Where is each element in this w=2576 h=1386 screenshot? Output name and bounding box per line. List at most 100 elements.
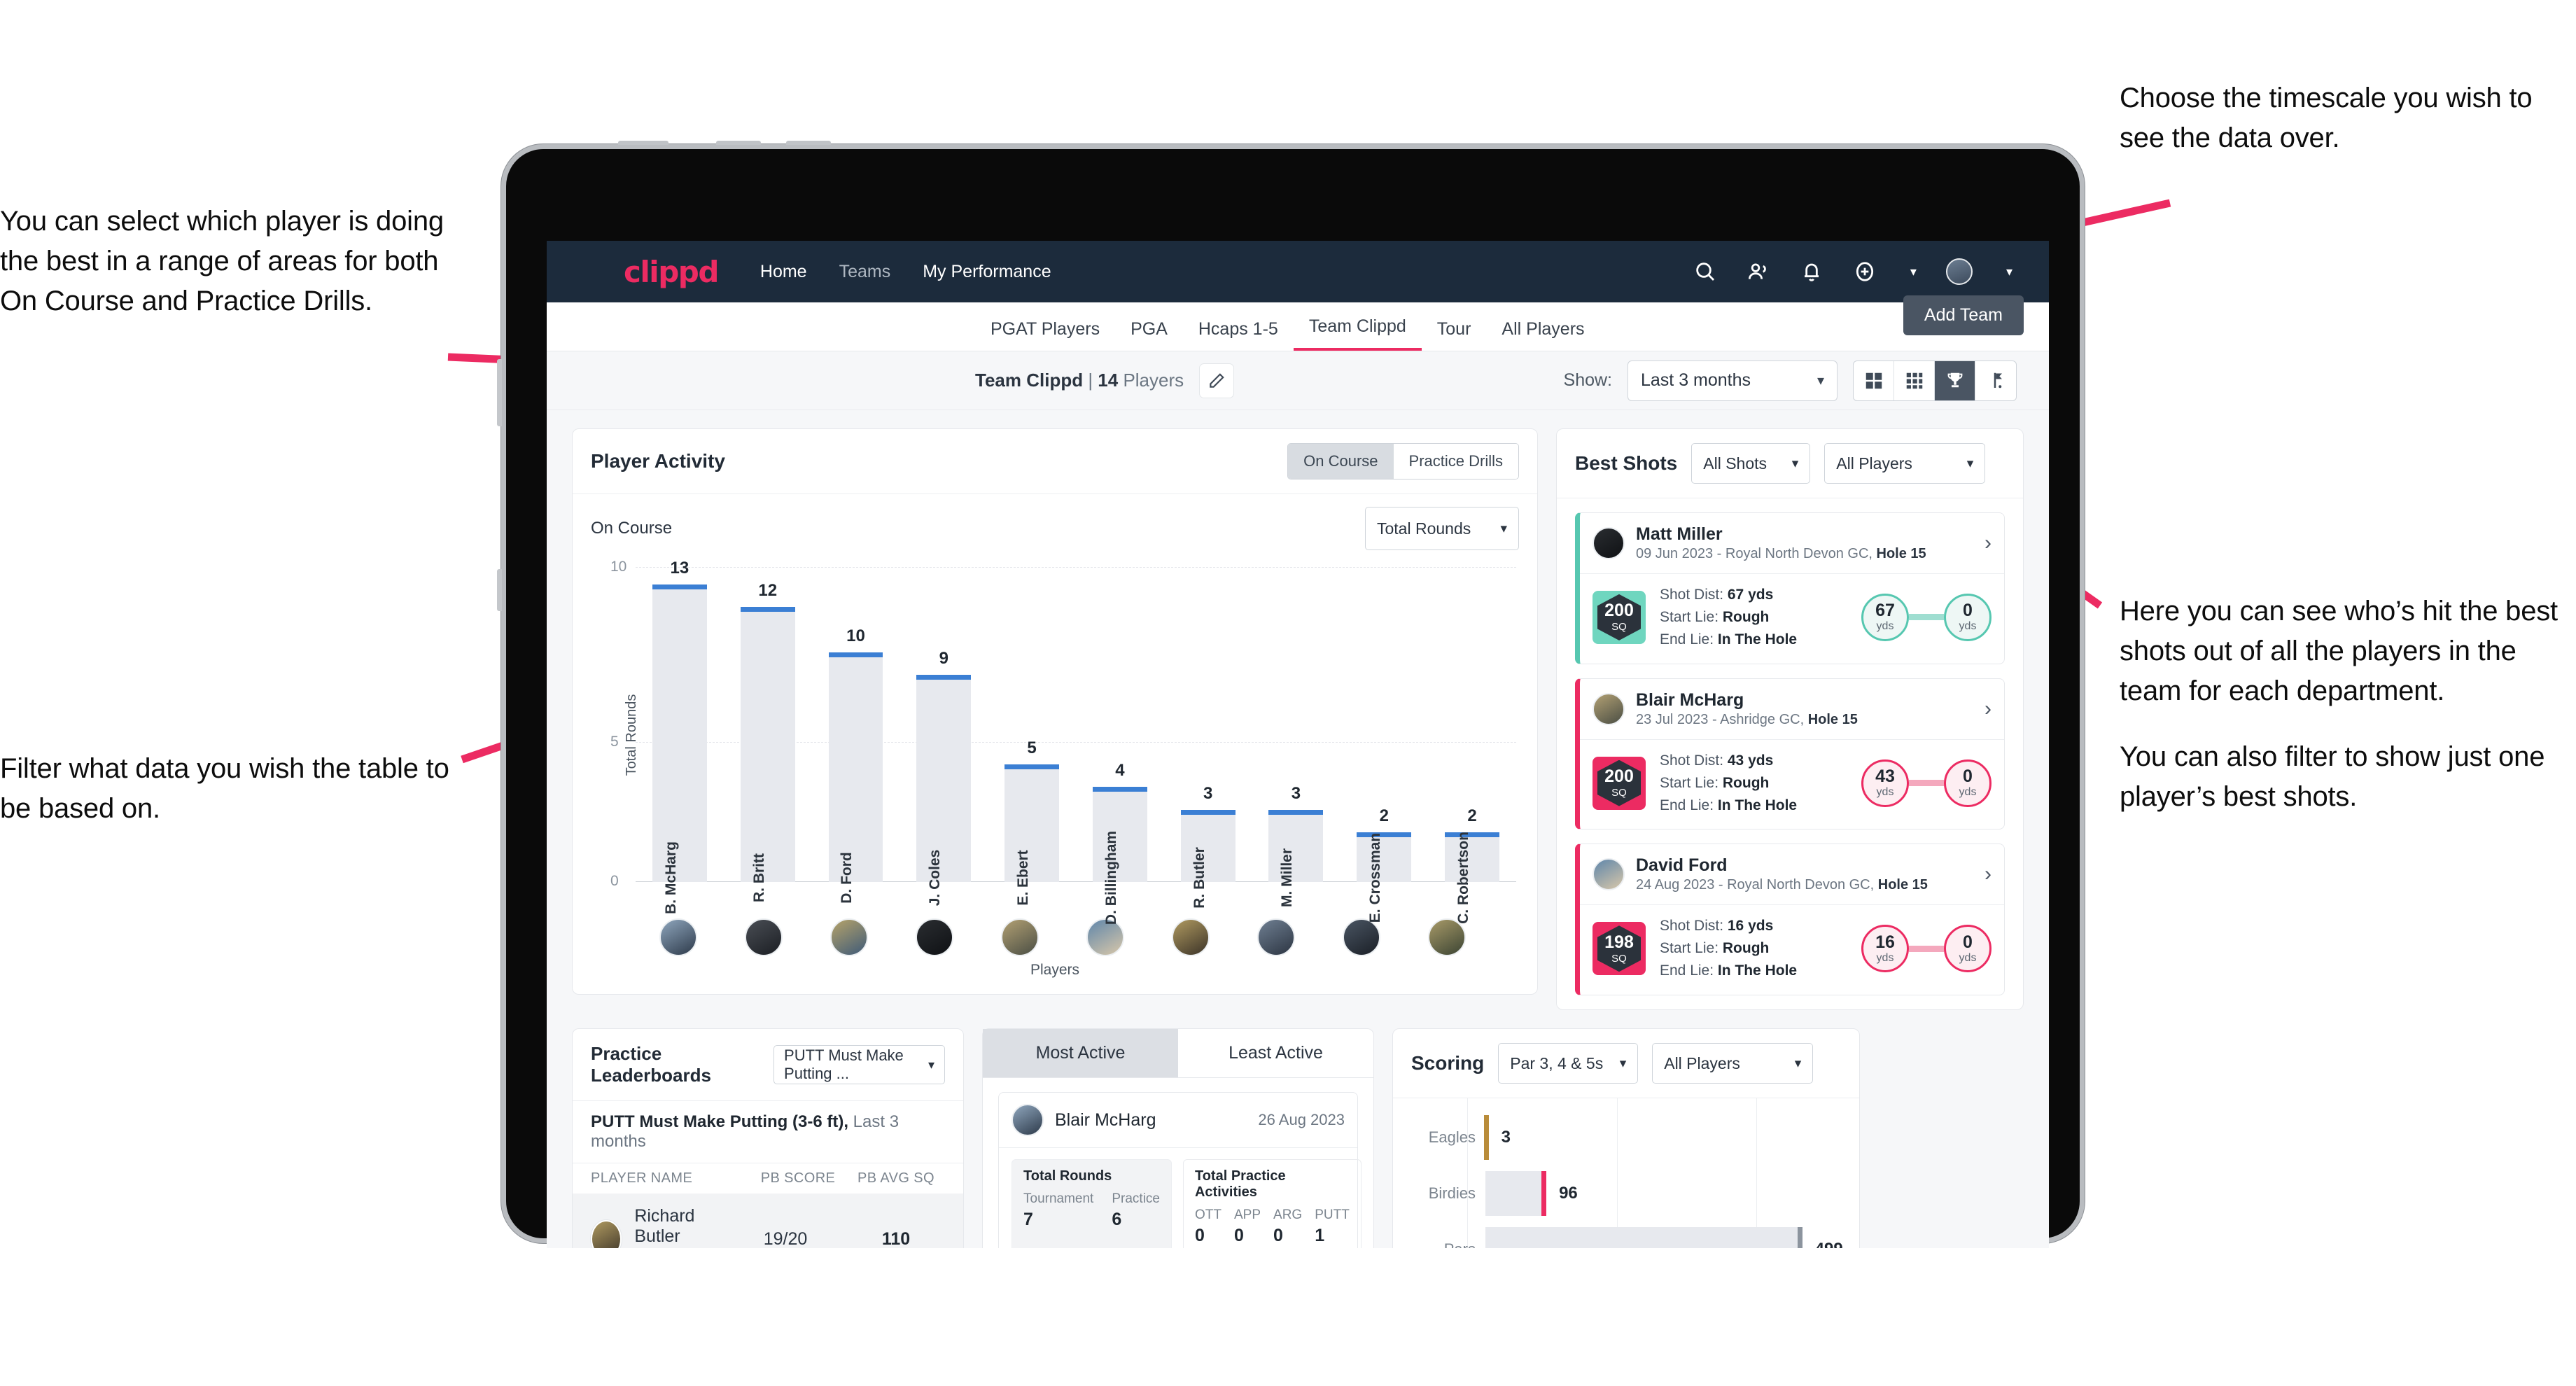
chart-plot-area: 10 5 0 13 B. McHarg 12 R. Britt 10 D. Ford 9 J.… xyxy=(610,559,1516,925)
best-shots-shot-filter[interactable]: All Shots ▾ xyxy=(1691,443,1811,484)
practice-subtitle: PUTT Must Make Putting (3-6 ft), Last 3 … xyxy=(573,1101,963,1163)
col-player-name: PLAYER NAME xyxy=(591,1170,693,1186)
drill-select[interactable]: PUTT Must Make Putting ... ▾ xyxy=(774,1045,945,1085)
sub-toolbar-right: Show: Last 3 months ▾ xyxy=(1564,360,2017,401)
player-avatar[interactable] xyxy=(830,918,868,956)
bar-value: 13 xyxy=(670,559,690,578)
shot-to-unit: yds xyxy=(1959,620,1977,633)
sq-value: 198 xyxy=(1604,932,1634,952)
shot-quality-badge: 200 SQ xyxy=(1592,590,1646,644)
add-team-button[interactable]: Add Team xyxy=(1903,295,2024,335)
best-shots-player-filter[interactable]: All Players ▾ xyxy=(1824,443,1986,484)
chart-bar-column: 13 B. McHarg xyxy=(636,559,724,914)
metric-value: 0 xyxy=(1273,1226,1283,1246)
ytick-0: 0 xyxy=(610,873,619,889)
practice-leaderboards-title: Practice Leaderboards xyxy=(591,1043,711,1086)
player-activity-card: Player Activity On Course Practice Drill… xyxy=(572,428,1538,995)
avatar xyxy=(1592,858,1625,891)
bar-cap xyxy=(828,652,883,657)
annotation-right-top-text: Choose the timescale you wish to see the… xyxy=(2120,83,2533,153)
grid-9-icon[interactable] xyxy=(1894,360,1935,400)
player-avatar[interactable] xyxy=(1428,918,1466,956)
shot-connector xyxy=(1909,780,1944,787)
par-filter-select[interactable]: Par 3, 4 & 5s ▾ xyxy=(1498,1043,1639,1084)
chevron-right-icon[interactable]: › xyxy=(1984,531,1991,555)
player-avatar[interactable] xyxy=(1001,918,1039,956)
shot-details: Shot Dist: 67 yds Start Lie: Rough End Lie… xyxy=(1660,587,1798,648)
activity-card[interactable]: Blair McHarg 26 Aug 2023 Total Rounds Tourn… xyxy=(998,1092,1362,1248)
chart-x-axis-label: Players xyxy=(1030,962,1080,978)
plus-circle-icon[interactable] xyxy=(1853,260,1877,284)
best-shot-card[interactable]: Matt Miller 09 Jun 2023 - Royal North Dev… xyxy=(1575,512,2005,664)
tab-pgat-players[interactable]: PGAT Players xyxy=(975,319,1115,351)
avatar-chevron-down-icon[interactable]: ▾ xyxy=(2006,265,2012,279)
metric-key: PUTT xyxy=(1315,1208,1350,1223)
tab-all-players[interactable]: All Players xyxy=(1486,319,1600,351)
nav-icons: ▾ ▾ xyxy=(1693,258,2012,285)
metric-key: Practice xyxy=(1112,1191,1160,1207)
toggle-on-course[interactable]: On Course xyxy=(1288,444,1394,479)
tab-pga[interactable]: PGA xyxy=(1115,319,1183,351)
bar-value: 12 xyxy=(758,581,778,601)
bar-cap xyxy=(1180,809,1236,815)
annotation-right-mid-text: Here you can see who’s hit the best shot… xyxy=(2120,596,2558,706)
clippd-logo[interactable]: clippd xyxy=(624,255,719,289)
tab-least-active[interactable]: Least Active xyxy=(1178,1029,1373,1077)
best-shot-player-name: Matt Miller xyxy=(1636,524,1723,544)
toggle-practice-drills[interactable]: Practice Drills xyxy=(1393,444,1518,479)
people-icon[interactable] xyxy=(1746,260,1770,284)
grid-4-icon[interactable] xyxy=(1854,360,1894,400)
player-avatar[interactable] xyxy=(1257,918,1295,956)
best-shot-card[interactable]: David Ford 24 Aug 2023 - Royal North Devo… xyxy=(1575,844,2005,996)
activity-panel-tabs: Most Active Least Active xyxy=(983,1029,1373,1079)
player-activity-header: Player Activity On Course Practice Drill… xyxy=(573,429,1537,493)
chart-bars: 13 B. McHarg 12 R. Britt 10 D. Ford 9 J. Coles 5… xyxy=(636,559,1516,925)
bar-label: R. Butler xyxy=(1191,847,1208,909)
edit-team-button[interactable] xyxy=(1199,363,1235,398)
scoring-player-filter[interactable]: All Players ▾ xyxy=(1652,1043,1814,1084)
player-avatar[interactable] xyxy=(745,918,783,956)
bar-value: 3 xyxy=(1203,783,1213,803)
player-avatar[interactable] xyxy=(916,918,953,956)
nav-link-teams[interactable]: Teams xyxy=(839,262,891,282)
tab-tour[interactable]: Tour xyxy=(1422,319,1487,351)
total-rounds-box: Total Rounds Tournament 7 Practice 6 xyxy=(1011,1159,1172,1248)
bar-label: D. Ford xyxy=(839,852,855,904)
timescale-value: Last 3 months xyxy=(1641,370,1751,390)
bar-cap xyxy=(652,584,707,590)
tab-team-clippd[interactable]: Team Clippd xyxy=(1293,316,1422,351)
player-activity-title: Player Activity xyxy=(591,450,725,472)
tab-most-active[interactable]: Most Active xyxy=(983,1029,1178,1078)
metric-value: 1 xyxy=(1315,1226,1325,1246)
table-row[interactable]: Richard Butler🏆119/20110 xyxy=(573,1194,963,1248)
chevron-right-icon[interactable]: › xyxy=(1984,697,1991,721)
annotation-left-bottom-text: Filter what data you wish the table to b… xyxy=(0,753,449,824)
activity-panel-card: Most Active Least Active Blair McHarg 26 … xyxy=(982,1028,1374,1248)
search-icon[interactable] xyxy=(1693,260,1717,284)
timescale-select[interactable]: Last 3 months ▾ xyxy=(1628,360,1837,401)
bell-icon[interactable] xyxy=(1800,260,1823,284)
player-avatar[interactable] xyxy=(1172,918,1210,956)
player-avatar[interactable] xyxy=(659,918,697,956)
avatar xyxy=(1592,527,1625,559)
cell-pb-score: 19/20 xyxy=(763,1228,808,1248)
plus-chevron-down-icon[interactable]: ▾ xyxy=(1910,265,1917,279)
tab-hcaps-1-5[interactable]: Hcaps 1-5 xyxy=(1183,319,1294,351)
activity-sub-label: On Course xyxy=(591,519,673,538)
trophy-icon[interactable] xyxy=(1935,360,1975,400)
metric-select[interactable]: Total Rounds ▾ xyxy=(1365,507,1519,550)
best-shot-card[interactable]: Blair McHarg 23 Jul 2023 - Ashridge GC, H… xyxy=(1575,678,2005,830)
best-shots-card: Best Shots All Shots ▾ All Players ▾ Mat… xyxy=(1556,428,2024,1011)
bar-value: 3 xyxy=(1291,783,1301,803)
avatar[interactable] xyxy=(1945,258,1973,285)
ytick-10: 10 xyxy=(610,559,627,575)
nav-link-my-performance[interactable]: My Performance xyxy=(923,262,1051,282)
shot-to-unit: yds xyxy=(1959,786,1977,799)
player-avatar[interactable] xyxy=(1343,918,1380,956)
chevron-right-icon[interactable]: › xyxy=(1984,862,1991,886)
scoring-bar-row: Eagles 3 xyxy=(1411,1115,1841,1161)
flag-icon[interactable] xyxy=(1975,361,2016,400)
bar-cap xyxy=(1357,832,1412,837)
shot-to-value: 0 xyxy=(1963,601,1973,621)
nav-link-home[interactable]: Home xyxy=(760,262,807,282)
